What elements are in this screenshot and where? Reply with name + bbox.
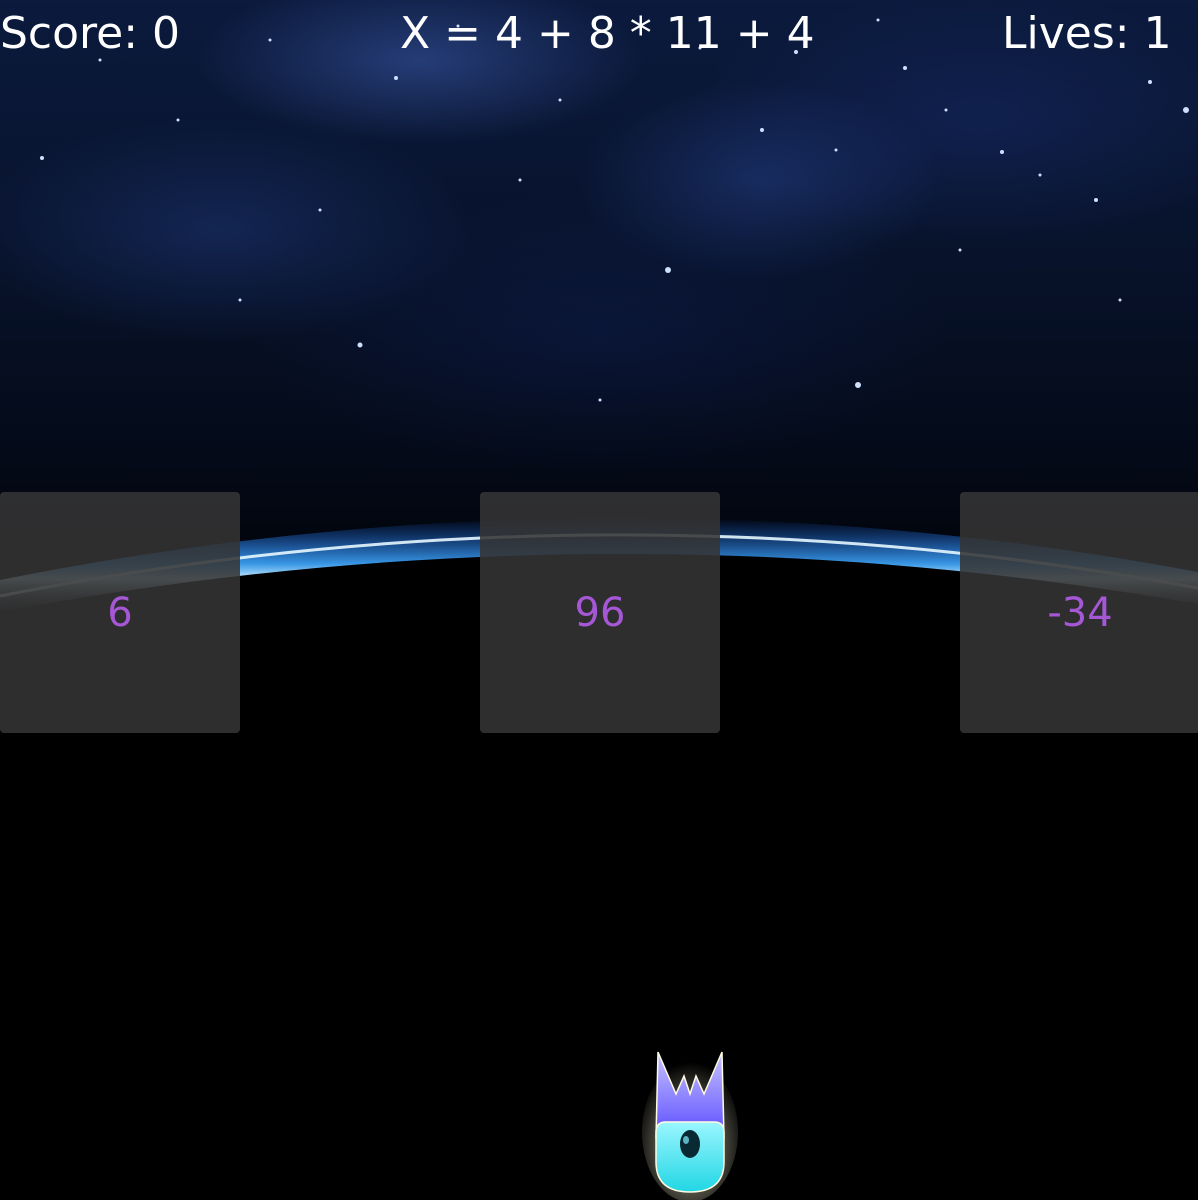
- answer-box-right[interactable]: -34: [960, 492, 1198, 733]
- answer-value-center: 96: [574, 589, 626, 636]
- answer-box-left[interactable]: 6: [0, 492, 240, 733]
- equation-label: X = 4 + 8 * 11 + 4: [400, 8, 815, 59]
- game-canvas: Score: 0 X = 4 + 8 * 11 + 4 Lives: 1 6 9…: [0, 0, 1198, 1200]
- lives-label: Lives: 1: [1002, 8, 1172, 59]
- spaceship-icon[interactable]: [640, 1040, 740, 1200]
- answer-value-right: -34: [1047, 589, 1113, 636]
- answer-value-left: 6: [107, 589, 133, 636]
- score-label: Score: 0: [0, 8, 181, 59]
- answer-box-center[interactable]: 96: [480, 492, 720, 733]
